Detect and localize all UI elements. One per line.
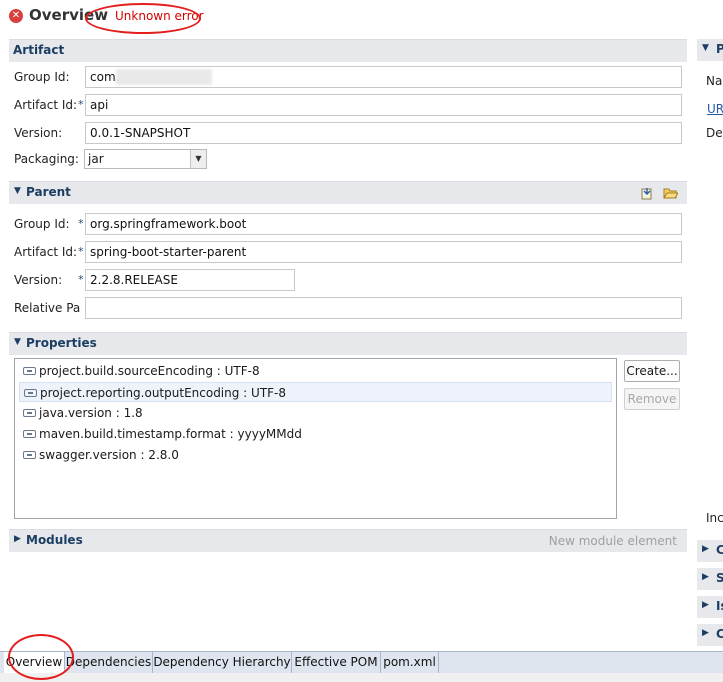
relative-path-input[interactable] xyxy=(85,297,682,319)
annotation-ellipse-error xyxy=(85,3,201,34)
expand-arrow-icon[interactable]: ▶ xyxy=(702,572,709,582)
tab-dependency-hierarchy[interactable]: Dependency Hierarchy xyxy=(153,652,292,673)
property-icon xyxy=(23,409,36,417)
right-section-title: Is xyxy=(716,599,723,613)
artifact-version-value: 0.0.1-SNAPSHOT xyxy=(90,126,191,140)
redacted-area xyxy=(116,69,212,85)
artifact-group-label: Group Id: xyxy=(14,70,70,84)
right-section-title: C xyxy=(716,627,723,641)
right-section-title: P xyxy=(716,42,723,56)
properties-section-header[interactable]: ▼ Properties xyxy=(9,332,687,355)
editor-tab-bar: Overview Dependencies Dependency Hierarc… xyxy=(0,651,723,673)
parent-artifact-label: Artifact Id: xyxy=(14,245,78,259)
parent-version-input[interactable]: 2.2.8.RELEASE xyxy=(85,269,295,291)
right-section-header[interactable]: ▶ S xyxy=(697,568,723,590)
right-section-header[interactable]: ▼ P xyxy=(697,39,723,61)
artifact-version-input[interactable]: 0.0.1-SNAPSHOT xyxy=(85,122,682,144)
modules-section-title: Modules xyxy=(26,533,83,547)
artifact-section-title: Artifact xyxy=(13,43,65,57)
parent-version-label: Version: xyxy=(14,273,63,287)
artifact-id-value: api xyxy=(90,98,109,112)
parent-artifact-value: spring-boot-starter-parent xyxy=(90,245,247,259)
list-item[interactable]: project.build.sourceEncoding : UTF-8 xyxy=(19,361,612,381)
parent-artifact-input[interactable]: spring-boot-starter-parent xyxy=(85,241,682,263)
right-section-header[interactable]: ▶ C xyxy=(697,624,723,646)
property-icon xyxy=(23,367,36,375)
collapse-arrow-icon[interactable]: ▼ xyxy=(14,337,21,347)
packaging-select[interactable]: jar ▼ xyxy=(84,149,207,169)
error-icon: ✕ xyxy=(9,9,23,23)
required-marker: * xyxy=(78,98,84,111)
expand-arrow-icon[interactable]: ▶ xyxy=(702,628,709,638)
relative-path-label: Relative Pa xyxy=(14,301,81,315)
select-parent-icon[interactable] xyxy=(640,186,655,200)
expand-arrow-icon[interactable]: ▶ xyxy=(14,534,21,544)
artifact-section-header[interactable]: Artifact xyxy=(9,39,687,62)
artifact-id-input[interactable]: api xyxy=(85,94,682,116)
properties-section-title: Properties xyxy=(26,336,97,350)
property-text: maven.build.timestamp.format : yyyyMMdd xyxy=(39,427,302,441)
remove-button[interactable]: Remove xyxy=(624,388,680,410)
right-url-link[interactable]: UR xyxy=(707,102,723,116)
parent-section-title: Parent xyxy=(26,185,71,199)
right-section-title: C xyxy=(716,543,723,557)
required-marker: * xyxy=(78,217,84,230)
property-text: project.build.sourceEncoding : UTF-8 xyxy=(39,364,260,378)
required-marker: * xyxy=(78,273,84,286)
parent-version-value: 2.2.8.RELEASE xyxy=(90,273,178,287)
chevron-down-icon[interactable]: ▼ xyxy=(190,150,206,168)
property-icon xyxy=(23,430,36,438)
new-module-element-link[interactable]: New module element xyxy=(549,534,677,548)
tab-pom-xml[interactable]: pom.xml xyxy=(381,652,439,673)
collapse-arrow-icon[interactable]: ▼ xyxy=(702,43,709,53)
open-folder-icon[interactable] xyxy=(663,186,678,200)
annotation-ellipse-tab xyxy=(8,634,74,680)
right-section-header[interactable]: ▶ C xyxy=(697,540,723,562)
packaging-label: Packaging: xyxy=(14,152,79,166)
required-marker: * xyxy=(78,245,84,258)
tab-effective-pom[interactable]: Effective POM xyxy=(292,652,381,673)
list-item[interactable]: swagger.version : 2.8.0 xyxy=(19,445,612,465)
right-section-header[interactable]: ▶ Is xyxy=(697,596,723,618)
property-text: java.version : 1.8 xyxy=(39,406,143,420)
right-inception-label: Inc xyxy=(706,511,723,525)
parent-group-label: Group Id: xyxy=(14,217,70,231)
list-item[interactable]: java.version : 1.8 xyxy=(19,403,612,423)
list-item[interactable]: maven.build.timestamp.format : yyyyMMdd xyxy=(19,424,612,444)
expand-arrow-icon[interactable]: ▶ xyxy=(702,544,709,554)
property-text: swagger.version : 2.8.0 xyxy=(39,448,179,462)
modules-section-header[interactable]: ▶ Modules New module element xyxy=(9,529,687,552)
artifact-id-label: Artifact Id: xyxy=(14,98,78,112)
property-icon xyxy=(24,389,37,397)
list-item[interactable]: project.reporting.outputEncoding : UTF-8 xyxy=(19,382,612,402)
packaging-value: jar xyxy=(88,152,104,166)
artifact-version-label: Version: xyxy=(14,126,63,140)
right-section-title: S xyxy=(716,571,723,585)
expand-arrow-icon[interactable]: ▶ xyxy=(702,600,709,610)
right-description-label: De xyxy=(706,126,723,140)
right-name-label: Na xyxy=(706,74,723,88)
property-icon xyxy=(23,451,36,459)
parent-group-value: org.springframework.boot xyxy=(90,217,247,231)
status-bar xyxy=(0,673,723,682)
tab-dependencies[interactable]: Dependencies xyxy=(65,652,153,673)
property-text: project.reporting.outputEncoding : UTF-8 xyxy=(40,386,287,400)
properties-list[interactable]: project.build.sourceEncoding : UTF-8 pro… xyxy=(14,358,617,519)
create-button[interactable]: Create... xyxy=(624,360,680,382)
collapse-arrow-icon[interactable]: ▼ xyxy=(14,186,21,196)
parent-section-header[interactable]: ▼ Parent xyxy=(9,181,687,204)
parent-group-input[interactable]: org.springframework.boot xyxy=(85,213,682,235)
